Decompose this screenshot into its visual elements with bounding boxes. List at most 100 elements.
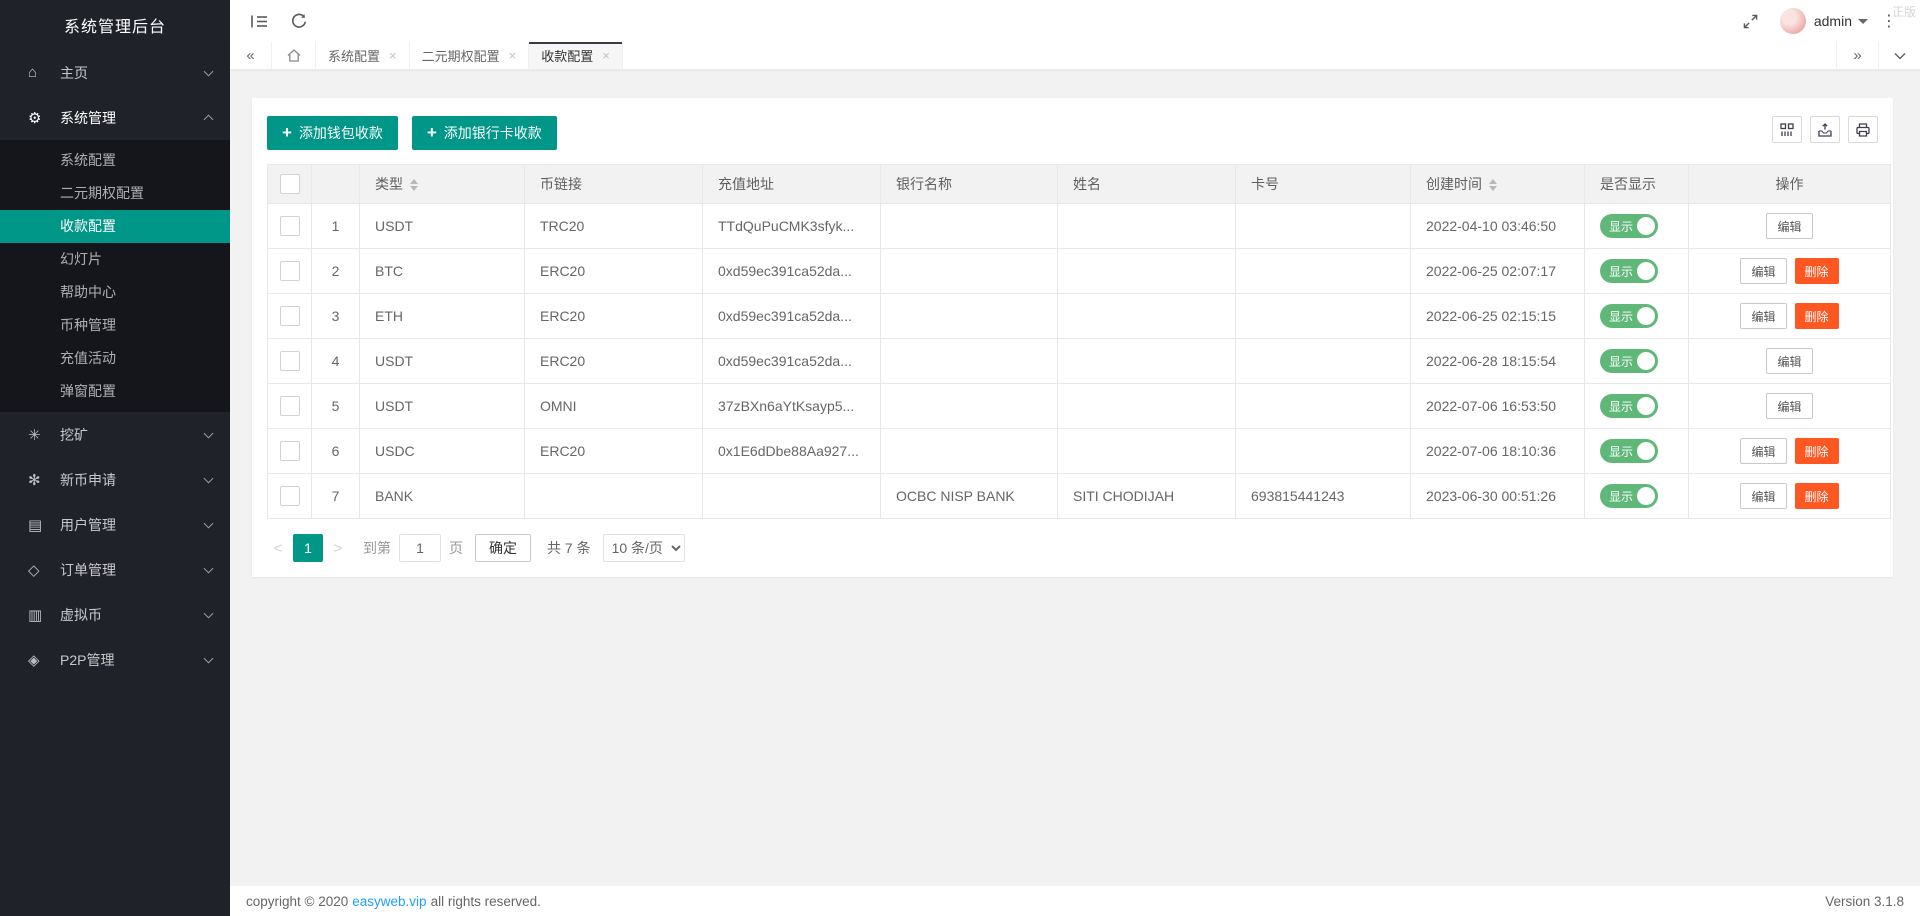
sidebar-item-virtual-coin[interactable]: ▥虚拟币: [0, 592, 230, 637]
sidebar-subitem[interactable]: 弹窗配置: [0, 375, 230, 408]
fullscreen-icon[interactable]: [1736, 6, 1766, 36]
sidebar-item-new-coin-apply[interactable]: ✻新币申请: [0, 457, 230, 502]
tabs-container: 系统配置×二元期权配置×收款配置×: [316, 42, 1836, 69]
close-icon[interactable]: ×: [602, 49, 610, 62]
gear-icon: ⚙: [28, 109, 60, 127]
edit-button[interactable]: 编辑: [1740, 303, 1786, 329]
sidebar-item-system-management[interactable]: ⚙系统管理: [0, 95, 230, 140]
row-checkbox[interactable]: [280, 351, 300, 371]
tabs-scroll-left-button[interactable]: «: [230, 42, 272, 69]
index-column-header: [312, 165, 360, 204]
sidebar-subitem-active[interactable]: 收款配置: [0, 210, 230, 243]
row-checkbox[interactable]: [280, 441, 300, 461]
row-checkbox[interactable]: [280, 216, 300, 236]
tab-label: 二元期权配置: [422, 46, 500, 65]
sidebar-subitem[interactable]: 幻灯片: [0, 243, 230, 276]
visibility-toggle[interactable]: 显示: [1600, 439, 1658, 463]
edit-button[interactable]: 编辑: [1766, 348, 1812, 374]
table-header-row: 类型币链接充值地址银行名称姓名卡号创建时间是否显示操作: [268, 165, 1891, 204]
toggle-label: 显示: [1609, 488, 1633, 505]
delete-button[interactable]: 删除: [1795, 438, 1839, 464]
sidebar-item-mining[interactable]: ✳挖矿: [0, 412, 230, 457]
chevron-down-icon: [204, 428, 214, 438]
tab-item[interactable]: 二元期权配置 ×: [410, 42, 530, 69]
cell-bank-name: [881, 384, 1058, 429]
tab-home[interactable]: [272, 42, 316, 69]
sidebar-subitem[interactable]: 帮助中心: [0, 276, 230, 309]
easyweb-link[interactable]: easyweb.vip: [352, 894, 426, 909]
sidebar-fold-icon[interactable]: [244, 6, 274, 36]
cell-card-number: [1236, 249, 1411, 294]
actions-cell: 编辑: [1689, 339, 1891, 384]
visibility-toggle[interactable]: 显示: [1600, 304, 1658, 328]
visibility-toggle[interactable]: 显示: [1600, 259, 1658, 283]
export-button[interactable]: [1810, 116, 1840, 143]
sidebar-item-user-management[interactable]: ▤用户管理: [0, 502, 230, 547]
actions-cell: 编辑: [1689, 384, 1891, 429]
edit-button[interactable]: 编辑: [1740, 258, 1786, 284]
sidebar-item-home[interactable]: ⌂主页: [0, 50, 230, 95]
column-header: 姓名: [1058, 165, 1236, 204]
visibility-toggle[interactable]: 显示: [1600, 214, 1658, 238]
navbar-right: admin ⋮: [1730, 6, 1904, 36]
select-all-checkbox[interactable]: [280, 174, 300, 194]
edit-button[interactable]: 编辑: [1766, 393, 1812, 419]
cell-type: BTC: [360, 249, 525, 294]
tab-item[interactable]: 系统配置×: [316, 42, 410, 69]
sidebar-subitem[interactable]: 币种管理: [0, 309, 230, 342]
column-header: 币链接: [525, 165, 703, 204]
prev-page-button[interactable]: <: [267, 540, 289, 557]
visibility-toggle[interactable]: 显示: [1600, 484, 1658, 508]
user-menu[interactable]: admin: [1780, 8, 1868, 34]
tabs-dropdown-button[interactable]: [1878, 42, 1920, 69]
edit-button[interactable]: 编辑: [1740, 438, 1786, 464]
table-row: 1USDTTRC20TTdQuPuCMK3sfyk...2022-04-10 0…: [268, 204, 1891, 249]
columns-filter-button[interactable]: [1772, 116, 1802, 143]
row-checkbox[interactable]: [280, 396, 300, 416]
row-checkbox[interactable]: [280, 486, 300, 506]
visibility-toggle[interactable]: 显示: [1600, 349, 1658, 373]
cell-chain: ERC20: [525, 429, 703, 474]
add-wallet-button[interactable]: + 添加钱包收款: [267, 116, 398, 150]
copyright: copyright © 2020easyweb.vipall rights re…: [246, 894, 541, 909]
tabs-scroll-right-button[interactable]: »: [1836, 42, 1878, 69]
row-checkbox[interactable]: [280, 306, 300, 326]
sidebar-item-label: P2P管理: [60, 650, 205, 670]
delete-button[interactable]: 删除: [1795, 303, 1839, 329]
delete-button[interactable]: 删除: [1795, 483, 1839, 509]
current-page-button[interactable]: 1: [293, 534, 323, 562]
edit-button[interactable]: 编辑: [1740, 483, 1786, 509]
cell-bank-name: [881, 429, 1058, 474]
row-index: 1: [312, 204, 360, 249]
cell-card-number: 693815441243: [1236, 474, 1411, 519]
sort-icon[interactable]: [1489, 179, 1497, 191]
tab-active[interactable]: 收款配置×: [529, 42, 623, 69]
goto-confirm-button[interactable]: 确定: [475, 534, 531, 562]
sort-icon[interactable]: [410, 179, 418, 191]
visibility-toggle[interactable]: 显示: [1600, 394, 1658, 418]
add-bank-card-button[interactable]: + 添加银行卡收款: [412, 116, 557, 150]
row-index: 2: [312, 249, 360, 294]
sidebar-item-p2p-management[interactable]: ◈P2P管理: [0, 637, 230, 682]
close-icon[interactable]: ×: [389, 49, 397, 62]
delete-button[interactable]: 删除: [1795, 258, 1839, 284]
cell-bank-name: [881, 294, 1058, 339]
sidebar-subitem[interactable]: 二元期权配置: [0, 177, 230, 210]
print-button[interactable]: [1848, 116, 1878, 143]
sidebar-subitem[interactable]: 系统配置: [0, 144, 230, 177]
next-page-button[interactable]: >: [327, 540, 349, 557]
edit-button[interactable]: 编辑: [1766, 213, 1812, 239]
sidebar-item-label: 系统管理: [60, 108, 205, 128]
goto-page-input[interactable]: [399, 534, 441, 562]
sidebar-subitem[interactable]: 充值活动: [0, 342, 230, 375]
page-size-select[interactable]: 10 条/页: [603, 534, 685, 562]
sidebar-item-order-management[interactable]: ◇订单管理: [0, 547, 230, 592]
new-coin-icon: ✻: [28, 471, 60, 489]
more-menu-icon[interactable]: ⋮: [1874, 6, 1904, 36]
toolbar-left: + 添加钱包收款 + 添加银行卡收款: [267, 116, 567, 150]
column-header: 卡号: [1236, 165, 1411, 204]
refresh-icon[interactable]: [284, 6, 314, 36]
print-icon: [1856, 123, 1870, 137]
close-icon[interactable]: ×: [509, 49, 517, 62]
row-checkbox[interactable]: [280, 261, 300, 281]
